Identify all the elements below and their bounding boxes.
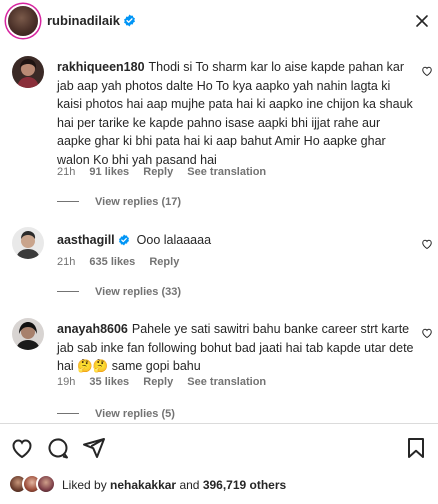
heart-outline-icon[interactable] xyxy=(10,436,34,460)
comment-body: Ooo lalaaaaa xyxy=(136,233,212,247)
actions-divider xyxy=(0,423,438,424)
verified-icon xyxy=(118,234,129,246)
share-icon[interactable] xyxy=(82,436,106,460)
comment-text: aasthagill Ooo lalaaaaa xyxy=(57,231,415,250)
verified-icon xyxy=(124,14,135,27)
comment-username[interactable]: rakhiqueen180 xyxy=(57,60,145,74)
reply-button[interactable]: Reply xyxy=(149,256,179,268)
comment-time: 19h xyxy=(57,376,76,388)
heart-outline-icon[interactable] xyxy=(421,238,433,250)
comment-body: Thodi si To sharm kar lo aise kapde paha… xyxy=(57,60,413,167)
comment-text: anayah8606 Pahele ye sati sawitri bahu ba… xyxy=(57,320,415,376)
comment-text: rakhiqueen180 Thodi si To sharm kar lo ai… xyxy=(57,58,415,169)
comment-likes[interactable]: 91 likes xyxy=(89,166,129,178)
liked-by-row: Liked by nehakakkar and 396,719 others xyxy=(0,474,438,496)
comment-meta: 19h 35 likes Reply See translation xyxy=(57,376,277,388)
view-replies-label: View replies (5) xyxy=(95,408,175,420)
liked-by-prefix: Liked by xyxy=(62,478,107,492)
comment-username[interactable]: anayah8606 xyxy=(57,322,128,336)
post-header: rubinadilaik xyxy=(0,0,438,42)
heart-outline-icon[interactable] xyxy=(421,65,433,77)
commenter-avatar[interactable] xyxy=(12,318,44,350)
reply-button[interactable]: Reply xyxy=(143,166,173,178)
comment-username[interactable]: aasthagill xyxy=(57,233,133,247)
comment-likes[interactable]: 35 likes xyxy=(89,376,129,388)
comment-icon[interactable] xyxy=(46,436,70,460)
close-icon[interactable] xyxy=(414,13,430,29)
author-username[interactable]: rubinadilaik xyxy=(47,13,120,28)
heart-outline-icon[interactable] xyxy=(421,327,433,339)
view-replies-button[interactable]: View replies (5) xyxy=(57,408,175,420)
see-translation-button[interactable]: See translation xyxy=(187,376,266,388)
commenter-avatar[interactable] xyxy=(12,56,44,88)
comment-meta: 21h 635 likes Reply xyxy=(57,256,190,268)
action-bar xyxy=(0,434,438,464)
replies-line xyxy=(57,413,79,414)
bookmark-icon[interactable] xyxy=(404,436,428,460)
comment-username-text[interactable]: aasthagill xyxy=(57,233,115,247)
liked-by-count[interactable]: 396,719 others xyxy=(203,478,286,492)
comment-time: 21h xyxy=(57,166,76,178)
liker-avatar[interactable] xyxy=(36,474,56,494)
author-name[interactable]: rubinadilaik xyxy=(47,13,136,28)
see-translation-button[interactable]: See translation xyxy=(187,166,266,178)
view-replies-button[interactable]: View replies (17) xyxy=(57,196,181,208)
commenter-avatar[interactable] xyxy=(12,227,44,259)
reply-button[interactable]: Reply xyxy=(143,376,173,388)
view-replies-button[interactable]: View replies (33) xyxy=(57,286,181,298)
replies-line xyxy=(57,291,79,292)
liked-by-middle: and xyxy=(179,478,200,492)
liked-by-user[interactable]: nehakakkar xyxy=(110,478,176,492)
view-replies-label: View replies (33) xyxy=(95,286,182,298)
view-replies-label: View replies (17) xyxy=(95,196,182,208)
liked-by-text: Liked by nehakakkar and 396,719 others xyxy=(62,478,286,492)
comment-likes[interactable]: 635 likes xyxy=(89,256,135,268)
author-avatar[interactable] xyxy=(8,6,38,36)
replies-line xyxy=(57,201,79,202)
comment-time: 21h xyxy=(57,256,76,268)
comment-meta: 21h 91 likes Reply See translation xyxy=(57,166,277,178)
